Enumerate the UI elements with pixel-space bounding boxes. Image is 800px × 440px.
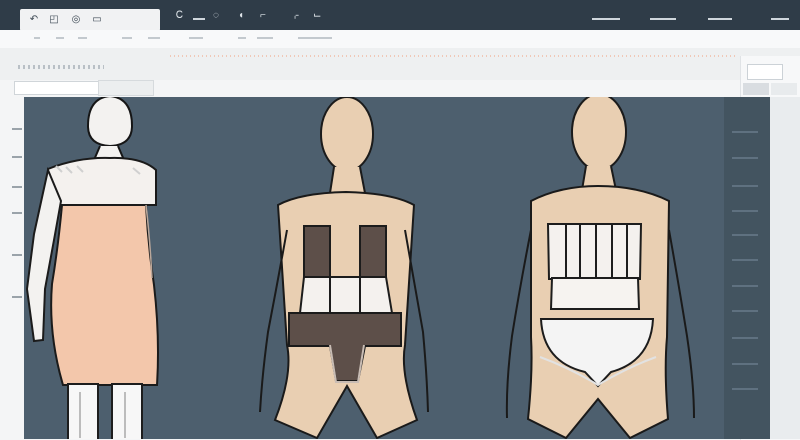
croquis-figure-right-bustier[interactable] xyxy=(505,94,695,439)
croquis-figure-center-corset[interactable] xyxy=(259,97,429,439)
croquis-figure-left-dress[interactable] xyxy=(25,96,159,440)
figures-layer xyxy=(25,94,695,440)
